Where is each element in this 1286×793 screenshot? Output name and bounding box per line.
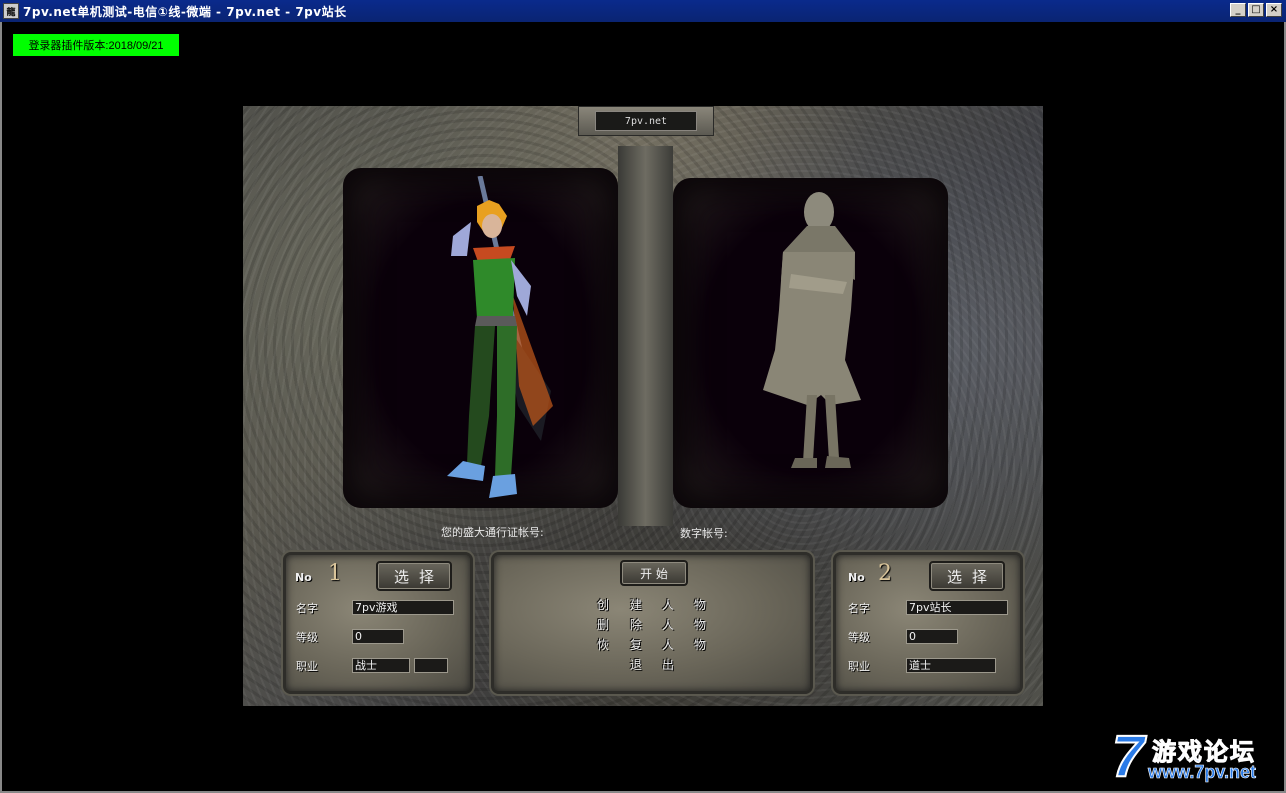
slot-2-select-button[interactable]: 选择 bbox=[929, 561, 1005, 591]
slot-2-level-field: 0 bbox=[906, 629, 958, 644]
delete-character-button[interactable]: 人 bbox=[660, 617, 676, 633]
restore-character-button[interactable]: 人 bbox=[660, 637, 676, 653]
slot-2-number: 2 bbox=[878, 561, 892, 586]
maximize-button[interactable]: □ bbox=[1248, 3, 1264, 17]
slot-2-name-label: 名字 bbox=[848, 602, 870, 615]
slot-2-no-label: No bbox=[848, 571, 865, 584]
slot-1-name-field: 7pv游戏 bbox=[352, 600, 454, 615]
exit-button[interactable]: 退 bbox=[628, 657, 644, 673]
slot-2-job-label: 职业 bbox=[848, 660, 870, 673]
delete-character-button[interactable]: 除 bbox=[628, 617, 644, 633]
minimize-button[interactable]: _ bbox=[1230, 3, 1246, 17]
server-name-plate: 7pv.net bbox=[578, 106, 714, 136]
restore-character-button[interactable]: 恢 bbox=[595, 637, 611, 653]
slot-1-level-label: 等级 bbox=[296, 631, 318, 644]
taoist-character-statue[interactable] bbox=[751, 190, 901, 475]
logo-seven: 7 bbox=[1111, 724, 1145, 789]
create-character-button[interactable]: 创 bbox=[595, 597, 611, 613]
slot-1-name-label: 名字 bbox=[296, 602, 318, 615]
restore-character-button[interactable]: 物 bbox=[692, 637, 708, 653]
slot-1-job-label: 职业 bbox=[296, 660, 318, 673]
slot-2-level-label: 等级 bbox=[848, 631, 870, 644]
delete-character-button[interactable]: 物 bbox=[692, 617, 708, 633]
character-slot-1-panel: No 1 选择 名字 7pv游戏 等级 0 职业 战士 bbox=[283, 552, 473, 694]
create-character-button[interactable]: 人 bbox=[660, 597, 676, 613]
site-watermark-logo: 7 游戏论坛 www.7pv.net bbox=[1111, 724, 1282, 789]
slot-2-job-field: 道士 bbox=[906, 658, 996, 673]
game-menu-panel: 开 始 创 建 人 物 删 除 人 物 恢 复 人 物 退 出 bbox=[491, 552, 813, 694]
create-character-button[interactable]: 物 bbox=[692, 597, 708, 613]
digital-account-label: 数字帐号: bbox=[680, 527, 728, 540]
close-button[interactable]: × bbox=[1266, 3, 1282, 17]
character-select-screen: 7pv.net 您的盛大通行证帐号: 数字帐号: No 1 选择 名字 7pv游… bbox=[243, 106, 1043, 706]
warrior-character[interactable] bbox=[423, 176, 563, 501]
game-app-icon[interactable]: 龍 bbox=[3, 3, 19, 19]
window-title: 7pv.net单机测试-电信①线-微端 - 7pv.net - 7pv站长 bbox=[23, 4, 347, 19]
restore-character-button[interactable]: 复 bbox=[628, 637, 644, 653]
server-name: 7pv.net bbox=[595, 111, 697, 131]
logo-url: www.7pv.net bbox=[1148, 762, 1257, 783]
slot-1-no-label: No bbox=[295, 571, 312, 584]
exit-button[interactable]: 出 bbox=[660, 657, 676, 673]
window-titlebar[interactable]: 龍 7pv.net单机测试-电信①线-微端 - 7pv.net - 7pv站长 … bbox=[0, 0, 1286, 22]
delete-character-button[interactable]: 删 bbox=[595, 617, 611, 633]
start-button[interactable]: 开 始 bbox=[620, 560, 688, 586]
slot-2-name-field: 7pv站长 bbox=[906, 600, 1008, 615]
character-slot-2-panel: No 2 选择 名字 7pv站长 等级 0 职业 道士 bbox=[833, 552, 1023, 694]
slot-1-job-field: 战士 bbox=[352, 658, 410, 673]
slot-1-level-field: 0 bbox=[352, 629, 404, 644]
account-label: 您的盛大通行证帐号: bbox=[441, 526, 544, 539]
stone-pillar bbox=[618, 146, 673, 526]
slot-1-number: 1 bbox=[328, 561, 342, 586]
version-badge: 登录器插件版本:2018/09/21 bbox=[13, 34, 179, 56]
window-controls: _ □ × bbox=[1230, 3, 1282, 17]
slot-1-select-button[interactable]: 选择 bbox=[376, 561, 452, 591]
slot-1-job-extra-field bbox=[414, 658, 448, 673]
create-character-button[interactable]: 建 bbox=[628, 597, 644, 613]
